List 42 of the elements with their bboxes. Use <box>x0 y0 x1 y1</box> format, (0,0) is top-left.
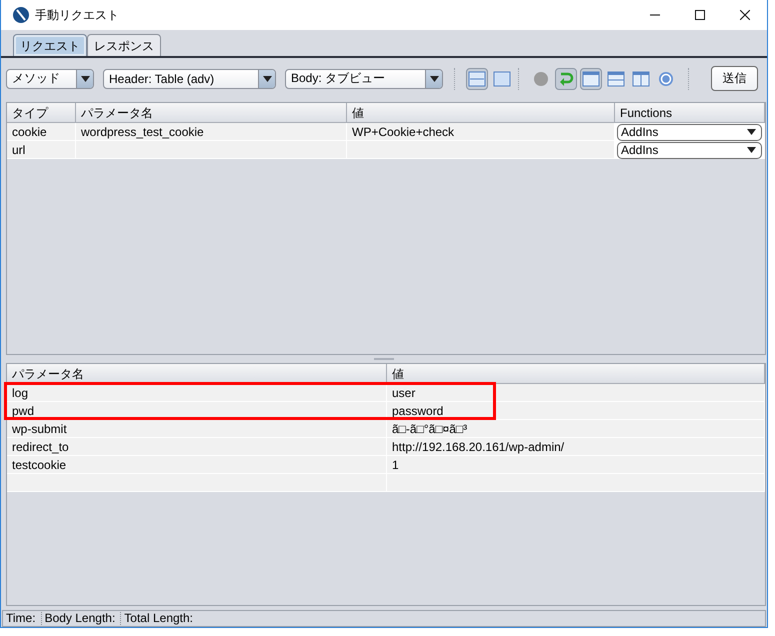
tab[interactable]: レスポンス <box>87 34 161 56</box>
table-cell: wp-submit <box>12 422 67 436</box>
close-icon[interactable] <box>740 10 750 20</box>
caret-icon <box>747 129 756 136</box>
status-label: Body Length: <box>42 612 122 626</box>
table-cell: testcookie <box>12 458 66 472</box>
column-header[interactable]: Functions <box>615 102 765 123</box>
split-layout-icon[interactable] <box>466 68 488 90</box>
table-cell: cookie <box>12 124 47 139</box>
caret-icon <box>430 76 438 82</box>
dropdown[interactable]: Header: Table (adv) <box>103 68 276 89</box>
table-cell: 1 <box>392 458 399 472</box>
table-cell: wordpress_test_cookie <box>81 124 204 139</box>
table-cell: ã□-ã□°ã□¤ã□³ <box>392 422 468 436</box>
caret-icon <box>80 76 90 82</box>
table-cell: url <box>12 142 26 157</box>
tab[interactable]: リクエスト <box>13 34 87 56</box>
column-header[interactable]: 値 <box>347 102 615 123</box>
column-header[interactable]: パラメータ名 <box>76 102 347 123</box>
table-cell: redirect_to <box>12 440 69 454</box>
column-header[interactable]: 値 <box>387 364 765 384</box>
window-icon[interactable] <box>580 68 602 90</box>
table-cell: http://192.168.20.161/wp-admin/ <box>392 440 564 454</box>
app-logo-icon <box>12 6 30 24</box>
maximize-icon[interactable] <box>694 10 704 20</box>
dropdown[interactable]: メソッド <box>6 68 94 89</box>
column-header[interactable]: パラメータ名 <box>7 364 387 384</box>
table-cell: user <box>392 386 416 400</box>
addins-dropdown[interactable]: AddIns <box>617 142 762 159</box>
table-cell: WP+Cookie+check <box>352 124 454 139</box>
table-cell: password <box>392 404 444 418</box>
table-cell: pwd <box>12 404 34 418</box>
column-header[interactable]: タイプ <box>7 102 76 123</box>
table-cell: log <box>12 386 28 400</box>
status-label: Time: <box>3 612 42 626</box>
caret-icon <box>262 76 272 82</box>
dropdown[interactable]: Body: タブビュー <box>285 68 443 89</box>
addins-dropdown[interactable]: AddIns <box>617 124 762 141</box>
caret-icon <box>747 147 756 154</box>
window-title: 手動リクエスト <box>35 6 119 24</box>
send-button[interactable]: 送信 <box>711 66 758 92</box>
status-label: Total Length: <box>123 612 194 626</box>
